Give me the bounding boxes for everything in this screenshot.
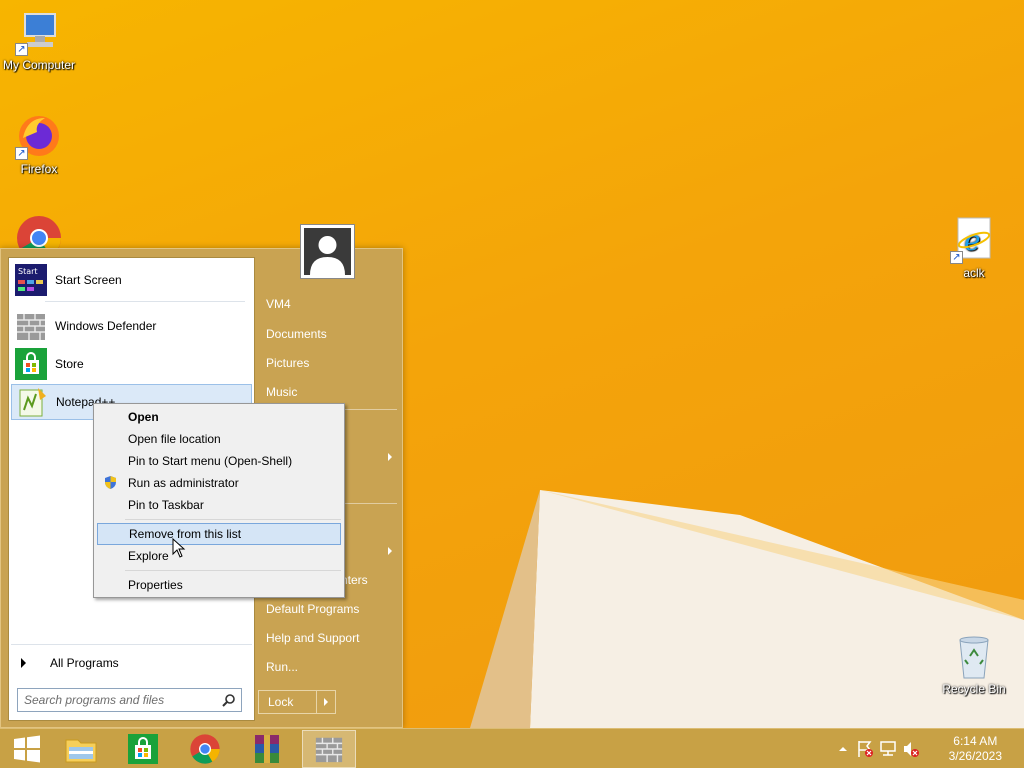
context-menu-label: Open file location: [128, 432, 221, 446]
separator: [45, 301, 245, 302]
clock-time: 6:14 AM: [953, 734, 998, 748]
context-menu-open[interactable]: Open: [97, 406, 341, 428]
file-explorer-icon: [65, 739, 97, 763]
start-menu-item-windows-defender[interactable]: Windows Defender: [11, 308, 252, 344]
search-input[interactable]: Search programs and files: [17, 688, 242, 712]
desktop-icon-label: Firefox: [20, 162, 58, 176]
start-button[interactable]: [0, 730, 54, 768]
taskbar-chrome[interactable]: [178, 730, 232, 768]
context-menu-pin-to-taskbar[interactable]: Pin to Taskbar: [97, 494, 341, 516]
context-menu-remove-from-list[interactable]: Remove from this list: [97, 523, 341, 545]
start-menu-music[interactable]: Music: [266, 385, 297, 399]
start-menu-partial-item[interactable]: nters: [341, 573, 368, 587]
chevron-right-icon: [324, 698, 328, 706]
clock-date: 3/26/2023: [948, 749, 1002, 763]
context-menu-label: Pin to Taskbar: [128, 498, 204, 512]
volume-muted-icon[interactable]: [902, 740, 920, 758]
network-icon[interactable]: [879, 740, 897, 758]
start-menu-user-folder[interactable]: VM4: [266, 297, 291, 311]
taskbar: 6:14 AM 3/26/2023: [0, 728, 1024, 768]
user-avatar-icon: [304, 228, 351, 275]
lock-options-arrow[interactable]: [317, 698, 335, 706]
submenu-arrow-icon: [388, 453, 392, 461]
desktop-icon-label: My Computer: [2, 58, 76, 72]
start-menu-pictures[interactable]: Pictures: [266, 356, 309, 370]
triangle-right-icon: [21, 658, 26, 668]
lock-button-label: Lock: [268, 695, 294, 709]
store-icon: [128, 734, 158, 764]
context-menu-pin-to-start[interactable]: Pin to Start menu (Open-Shell): [97, 450, 341, 472]
start-menu-run[interactable]: Run...: [266, 660, 298, 674]
recycle-bin-icon: [950, 632, 998, 680]
separator: [11, 644, 252, 645]
desktop-icon-label: aclk: [963, 266, 985, 280]
windows-defender-icon: [15, 310, 47, 342]
taskbar-file-explorer[interactable]: [54, 730, 108, 768]
start-screen-icon: Start: [15, 264, 47, 296]
desktop-icon-recycle-bin[interactable]: Recycle Bin: [935, 632, 1013, 696]
context-menu: Open Open file location Pin to Start men…: [93, 403, 345, 598]
windows-defender-icon: [315, 737, 343, 763]
store-icon: [15, 348, 47, 380]
context-menu-label: Run as administrator: [128, 476, 239, 490]
search-placeholder: Search programs and files: [24, 693, 165, 707]
computer-icon: ↗: [15, 8, 63, 56]
start-menu-item-label: Start Screen: [55, 273, 122, 287]
desktop-icon-aclk[interactable]: e ↗ aclk: [935, 216, 1013, 280]
context-menu-open-file-location[interactable]: Open file location: [97, 428, 341, 450]
winrar-icon: [255, 735, 279, 763]
desktop-icon-my-computer[interactable]: ↗ My Computer: [0, 8, 78, 72]
start-menu-item-start-screen[interactable]: Start Start Screen: [11, 262, 252, 298]
start-menu-default-programs[interactable]: Default Programs: [266, 602, 359, 616]
taskbar-store[interactable]: [116, 730, 170, 768]
all-programs-label: All Programs: [50, 656, 119, 670]
taskbar-windows-defender[interactable]: [302, 730, 356, 768]
all-programs-button[interactable]: All Programs: [11, 652, 252, 674]
action-center-flag-icon[interactable]: [856, 740, 874, 758]
start-menu-help-and-support[interactable]: Help and Support: [266, 631, 359, 645]
context-menu-label: Open: [128, 410, 159, 424]
search-icon: [222, 694, 235, 707]
desktop-icon-firefox[interactable]: ↗ Firefox: [0, 112, 78, 176]
context-menu-explore[interactable]: Explore: [97, 545, 341, 567]
notepad-plus-plus-icon: [16, 386, 48, 418]
svg-text:Start: Start: [18, 267, 38, 276]
context-menu-run-as-administrator[interactable]: Run as administrator: [97, 472, 341, 494]
submenu-arrow-icon: [388, 547, 392, 555]
start-menu-item-label: Store: [55, 357, 84, 371]
firefox-icon: ↗: [15, 112, 63, 160]
uac-shield-icon: [105, 476, 116, 489]
internet-explorer-icon: e ↗: [950, 216, 998, 264]
lock-button[interactable]: Lock: [258, 690, 336, 714]
desktop-icon-label: Recycle Bin: [942, 682, 1006, 696]
mouse-cursor-icon: [172, 538, 186, 558]
start-menu-item-store[interactable]: Store: [11, 346, 252, 382]
taskbar-winrar[interactable]: [240, 730, 294, 768]
start-menu-documents[interactable]: Documents: [266, 327, 327, 341]
show-hidden-icons-icon[interactable]: [838, 745, 848, 753]
context-menu-label: Properties: [128, 578, 183, 592]
user-picture[interactable]: [300, 224, 355, 279]
svg-text:e: e: [964, 224, 981, 257]
separator: [125, 570, 341, 571]
start-menu-item-label: Windows Defender: [55, 319, 157, 333]
system-tray: 6:14 AM 3/26/2023: [834, 729, 1024, 768]
context-menu-label: Explore: [128, 549, 169, 563]
taskbar-clock[interactable]: 6:14 AM 3/26/2023: [949, 734, 1002, 764]
chrome-icon: [190, 734, 220, 764]
windows-logo-icon: [14, 735, 40, 763]
context-menu-label: Pin to Start menu (Open-Shell): [128, 454, 293, 468]
context-menu-properties[interactable]: Properties: [97, 574, 341, 596]
separator: [125, 519, 341, 520]
